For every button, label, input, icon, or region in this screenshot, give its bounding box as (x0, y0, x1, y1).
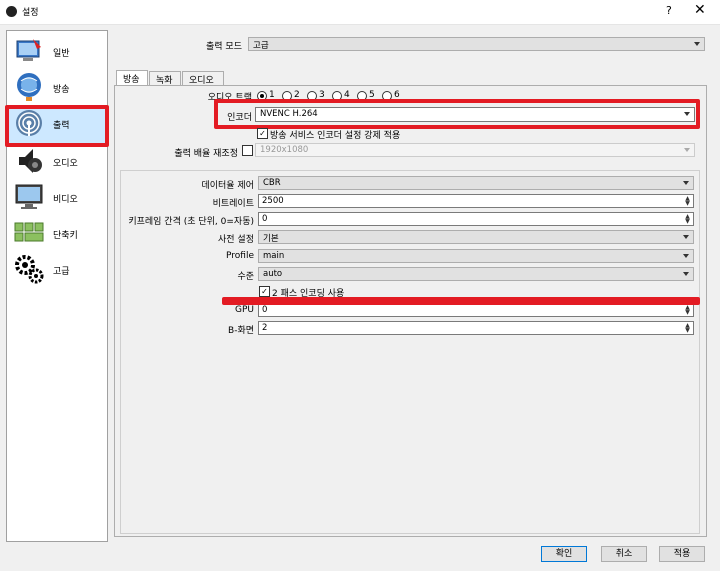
rate-control-label: 데이터율 제어 (201, 181, 254, 191)
enforce-encoder-label: 방송 서비스 인코더 설정 강제 적용 (270, 131, 401, 141)
preset-select[interactable]: 기본 (258, 230, 694, 244)
hotkeys-icon (14, 222, 44, 242)
sidebar-item-label: 일반 (53, 49, 70, 59)
keyframe-value: 0 (262, 214, 268, 224)
output-mode-value: 고급 (253, 41, 269, 51)
chevron-down-icon (683, 181, 689, 185)
level-value: auto (263, 269, 283, 279)
output-mode-label: 출력 모드 (206, 42, 242, 52)
spin-arrows-icon[interactable]: ▲ ▼ (683, 323, 692, 334)
ok-button[interactable]: 확인 (541, 546, 587, 562)
spin-arrows-icon[interactable]: ▲ ▼ (683, 196, 692, 207)
title-bar: 설정 ? ✕ (0, 0, 720, 25)
video-icon (15, 184, 43, 209)
twopass-checkbox[interactable]: ✓ (259, 286, 270, 297)
chevron-down-icon (683, 235, 689, 239)
tab-stream[interactable]: 방송 (116, 70, 148, 85)
gpu-input[interactable]: 0 ▲ ▼ (258, 303, 694, 317)
cancel-button[interactable]: 취소 (601, 546, 647, 562)
sidebar-item-label: 비디오 (53, 195, 78, 205)
window-title: 설정 (22, 8, 39, 18)
profile-value: main (263, 251, 285, 261)
bframes-label: B-화면 (228, 326, 254, 336)
profile-label: Profile (226, 251, 254, 261)
chevron-down-icon (683, 272, 689, 276)
highlight-encoder (214, 99, 700, 129)
rescale-checkbox[interactable] (242, 145, 253, 156)
rescale-select[interactable]: 1920x1080 (255, 143, 695, 157)
tab-audio[interactable]: 오디오 (182, 71, 224, 86)
bitrate-input[interactable]: 2500 ▲ ▼ (258, 194, 694, 208)
tab-recording[interactable]: 녹화 (149, 71, 181, 86)
rescale-label: 출력 배율 재조정 (174, 149, 238, 159)
level-select[interactable]: auto (258, 267, 694, 281)
apply-button[interactable]: 적용 (659, 546, 705, 562)
highlight-gpu (222, 297, 700, 305)
sidebar-item-label: 오디오 (53, 159, 78, 169)
rate-control-value: CBR (263, 178, 281, 188)
rescale-value: 1920x1080 (260, 145, 309, 155)
preset-value: 기본 (263, 234, 279, 244)
sidebar-item-advanced[interactable]: 고급 (7, 251, 107, 287)
sidebar-item-hotkeys[interactable]: 단축키 (7, 215, 107, 251)
sidebar-item-audio[interactable]: 오디오 (7, 143, 107, 179)
close-button[interactable]: ✕ (694, 2, 706, 18)
chevron-down-icon (683, 254, 689, 258)
highlight-output-sidebar (5, 105, 109, 147)
sidebar-item-label: 단축키 (53, 231, 78, 241)
sidebar-item-label: 방송 (53, 85, 70, 95)
rate-control-select[interactable]: CBR (258, 176, 694, 190)
chevron-down-icon (694, 42, 700, 46)
stream-icon (17, 73, 41, 101)
bframes-input[interactable]: 2 ▲ ▼ (258, 321, 694, 335)
spin-arrows-icon[interactable]: ▲ ▼ (683, 305, 692, 316)
preset-label: 사전 설정 (218, 235, 254, 245)
bframes-value: 2 (262, 323, 268, 333)
gpu-value: 0 (262, 305, 268, 315)
sidebar-item-stream[interactable]: 방송 (7, 69, 107, 105)
obs-app-icon (6, 6, 17, 17)
sidebar-item-video[interactable]: 비디오 (7, 179, 107, 215)
bitrate-label: 비트레이트 (212, 199, 254, 209)
gpu-label: GPU (235, 305, 254, 315)
enforce-encoder-checkbox[interactable]: ✓ (257, 128, 268, 139)
chevron-down-icon (684, 148, 690, 152)
sidebar-item-general[interactable]: 일반 (7, 33, 107, 69)
level-label: 수준 (237, 272, 254, 282)
keyframe-input[interactable]: 0 ▲ ▼ (258, 212, 694, 226)
help-button[interactable]: ? (666, 4, 672, 17)
audio-icon (19, 149, 42, 173)
general-icon (16, 39, 41, 61)
advanced-icon (15, 255, 44, 284)
output-mode-select[interactable]: 고급 (248, 37, 705, 51)
spin-arrows-icon[interactable]: ▲ ▼ (683, 214, 692, 225)
bitrate-value: 2500 (262, 196, 284, 206)
sidebar-item-label: 고급 (53, 267, 70, 277)
profile-select[interactable]: main (258, 249, 694, 263)
keyframe-label: 키프레임 간격 (초 단위, 0=자동) (128, 217, 254, 227)
